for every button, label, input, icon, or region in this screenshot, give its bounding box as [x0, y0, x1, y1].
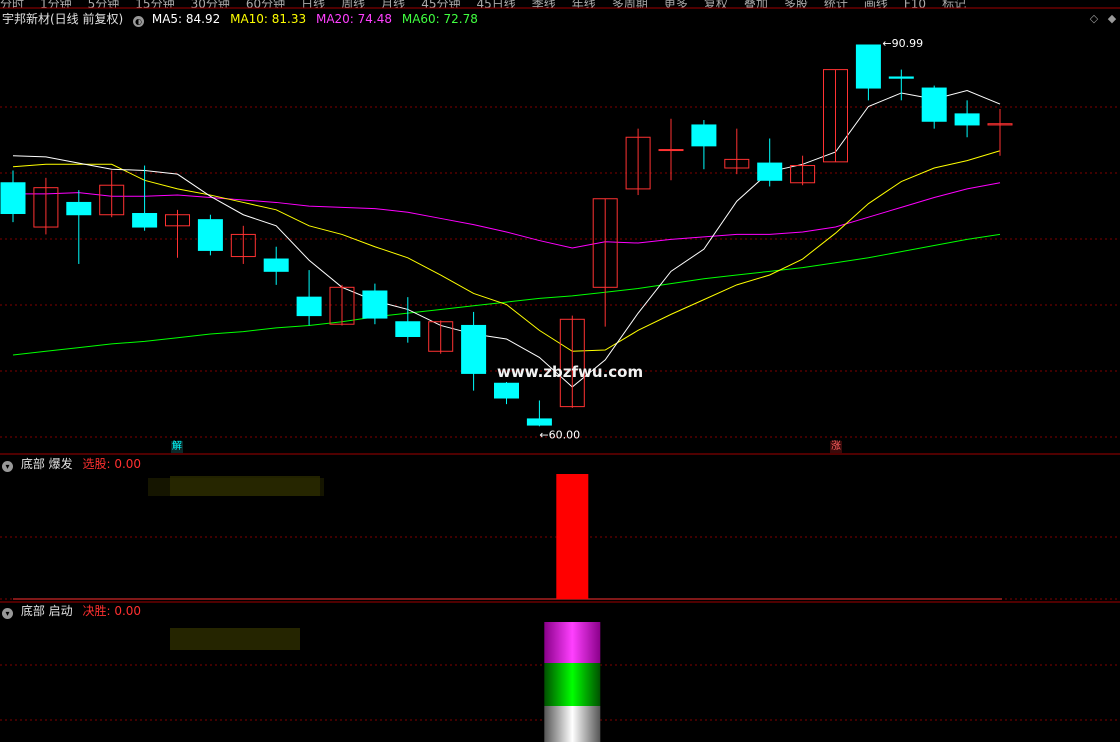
collapse-diamond-icon[interactable]: ◆ — [1106, 13, 1118, 25]
ma60-value: MA60: 72.78 — [401, 12, 478, 26]
panel2-magenta-bar — [544, 622, 601, 663]
candle — [428, 320, 454, 354]
candle — [33, 177, 59, 235]
candle-body — [395, 321, 421, 338]
candle — [197, 214, 223, 256]
candle — [461, 311, 487, 391]
candle — [724, 128, 750, 175]
high-price-label: ←90.99 — [882, 37, 923, 50]
ma5-value: MA5: 84.92 — [151, 12, 221, 26]
candle — [559, 315, 585, 408]
candle-body — [757, 162, 783, 181]
candle-body — [132, 213, 158, 228]
candle — [921, 85, 947, 129]
candle — [855, 44, 881, 101]
main-header: 宇邦新材(日线 前复权) ◐ MA5: 84.92 MA10: 81.33 MA… — [2, 11, 484, 27]
candle — [263, 246, 289, 285]
indicator-panels — [148, 474, 601, 742]
candle — [757, 138, 783, 187]
panel1-signal-bar — [556, 474, 589, 599]
ma60-line — [12, 233, 1001, 356]
candle-body — [0, 182, 26, 215]
ma20-line — [13, 182, 1001, 249]
ma10-line — [12, 150, 1001, 352]
panel2-header: ▾ 底部 启动 决胜: 0.00 — [2, 603, 147, 619]
ma10-value: MA10: 81.33 — [230, 12, 307, 26]
watermark-text: www.zbzfwu.com — [497, 363, 643, 381]
ma20-value: MA20: 74.48 — [315, 12, 393, 26]
marker-zhang[interactable]: 涨 — [830, 441, 842, 453]
marker-jie[interactable]: 解 — [171, 441, 183, 453]
candle-body — [296, 296, 322, 317]
stock-title[interactable]: 宇邦新材(日线 前复权) — [2, 12, 123, 26]
candle — [0, 170, 26, 223]
candle — [790, 155, 816, 186]
candle-body — [526, 418, 552, 426]
panel2-indicator: 决胜: 0.00 — [82, 604, 142, 618]
candle-body — [658, 149, 684, 152]
candle — [494, 382, 519, 405]
candle-body — [921, 87, 947, 122]
panel1-header: ▾ 底部 爆发 选股: 0.00 — [2, 456, 147, 472]
low-price-label: ←60.00 — [539, 428, 580, 441]
candle — [954, 100, 980, 138]
candle — [625, 128, 651, 196]
candle-body — [494, 382, 519, 399]
settings-toggle-icon[interactable]: ◐ — [133, 16, 145, 27]
candle-body — [954, 113, 980, 126]
candle — [526, 400, 552, 427]
candle-body — [461, 324, 487, 374]
candle-body — [66, 201, 92, 216]
candle — [99, 170, 125, 218]
candle — [165, 209, 190, 258]
panel2-green-bar — [544, 663, 601, 706]
candle — [691, 120, 717, 170]
panel2-title[interactable]: 底部 启动 — [21, 604, 73, 618]
indicator-shading — [170, 628, 300, 650]
candle-body — [362, 290, 388, 319]
candle-body — [197, 219, 223, 251]
candle — [362, 283, 388, 325]
candle — [888, 69, 914, 101]
candle — [987, 108, 1013, 156]
candle — [66, 190, 92, 264]
candle — [658, 118, 684, 181]
panel1-title[interactable]: 底部 爆发 — [21, 457, 73, 471]
candle — [296, 270, 322, 326]
panel2-toggle-icon[interactable]: ▾ — [2, 608, 13, 619]
candle-body — [888, 76, 914, 79]
candle-body — [691, 124, 717, 147]
expand-diamond-icon[interactable]: ◇ — [1088, 13, 1100, 25]
panel1-toggle-icon[interactable]: ▾ — [2, 461, 13, 472]
chart-canvas: ←90.99 ←60.00 www.zbzfwu.com — [0, 7, 1120, 742]
candle — [592, 198, 618, 327]
candle — [395, 297, 421, 343]
indicator-shading — [170, 476, 320, 496]
candle — [823, 69, 848, 163]
panel2-white-bar — [544, 706, 601, 742]
panel1-indicator: 选股: 0.00 — [82, 457, 142, 471]
candle-body — [263, 258, 289, 272]
candle — [230, 225, 256, 264]
candle-body — [855, 44, 881, 89]
candle — [132, 165, 158, 231]
